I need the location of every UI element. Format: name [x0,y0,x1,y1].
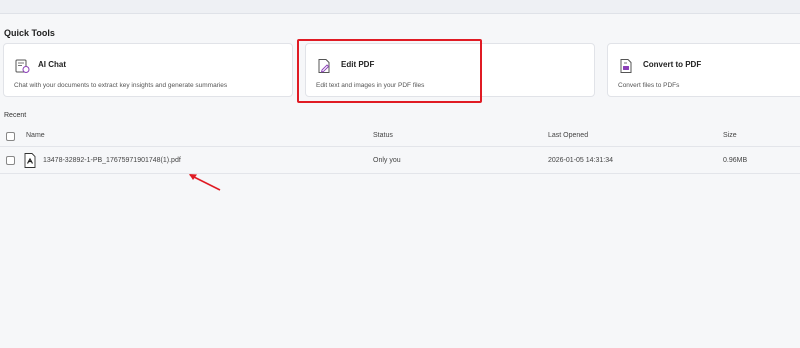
top-bar [0,0,800,14]
ai-chat-card[interactable]: AI Chat Chat with your documents to extr… [3,43,293,97]
ai-chat-icon [15,59,30,73]
table-header: Name Status Last Opened Size [0,127,800,147]
column-header-size[interactable]: Size [723,132,737,139]
file-name[interactable]: 13478-32892-1-PB_17675971901748(1).pdf [43,157,181,164]
column-header-name[interactable]: Name [26,132,45,139]
ai-chat-title: AI Chat [38,60,66,69]
table-row[interactable]: 13478-32892-1-PB_17675971901748(1).pdf O… [0,148,800,174]
ai-chat-description: Chat with your documents to extract key … [14,82,228,89]
file-size: 0.96MB [723,157,748,164]
convert-to-pdf-description: Convert files to PDFs [618,82,680,89]
convert-to-pdf-title: Convert to PDF [643,60,702,69]
edit-pdf-description: Edit text and images in your PDF files [316,82,425,89]
quick-tools-title: Quick Tools [4,28,55,38]
edit-pdf-title: Edit PDF [341,60,375,69]
annotation-arrow [189,174,221,191]
pdf-file-icon [24,153,36,168]
recent-label: Recent [4,112,27,119]
convert-to-pdf-icon [620,59,632,73]
column-header-status[interactable]: Status [373,132,393,139]
file-last-opened: 2026-01-05 14:31:34 [548,157,613,164]
row-checkbox[interactable] [6,156,15,165]
select-all-checkbox[interactable] [6,132,15,141]
edit-pdf-icon [318,59,330,73]
convert-to-pdf-card[interactable]: Convert to PDF Convert files to PDFs [607,43,800,97]
file-status: Only you [373,157,401,164]
column-header-last-opened[interactable]: Last Opened [548,132,588,139]
edit-pdf-card[interactable]: Edit PDF Edit text and images in your PD… [305,43,595,97]
